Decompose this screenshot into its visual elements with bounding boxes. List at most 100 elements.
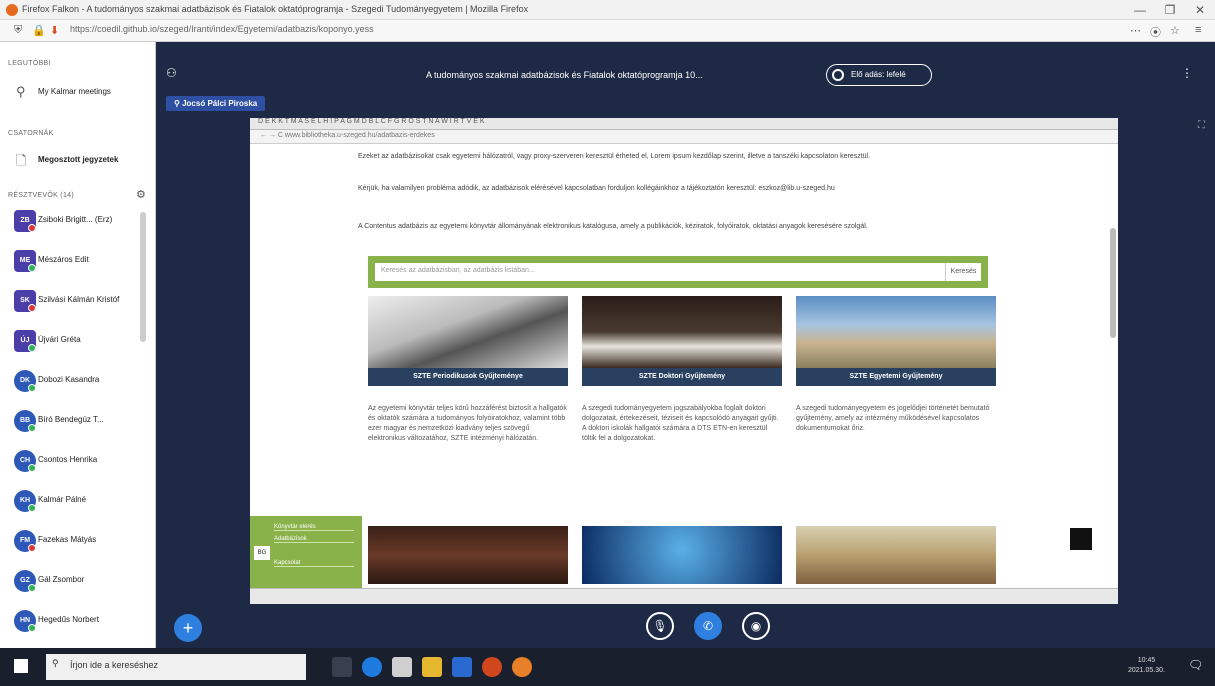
- paragraph-2: Kérjük, ha valamilyen probléma adódik, a…: [358, 185, 835, 192]
- clock-date: 2021.05.30.: [1128, 667, 1165, 674]
- presence-icon: [28, 224, 36, 232]
- taskbar-search[interactable]: ⚲ Írjon ide a kereséshez: [46, 654, 306, 680]
- people-icon[interactable]: ⚇: [166, 66, 177, 80]
- participant-item[interactable]: ME Mészáros Edit: [8, 250, 148, 272]
- presence-icon: [28, 504, 36, 512]
- card-text-2: A szegedi tudományegyetem jogszabályokba…: [582, 405, 779, 442]
- office-icon[interactable]: [482, 657, 502, 677]
- pocket-icon[interactable]: ⦿: [1150, 24, 1161, 40]
- star-icon[interactable]: ☆: [1170, 24, 1180, 37]
- shared-taskbar: [250, 588, 1118, 604]
- firefox-icon: [6, 4, 18, 16]
- maximize-button[interactable]: ❐: [1155, 2, 1185, 18]
- settings-icon[interactable]: ⚙: [136, 188, 146, 201]
- participant-item[interactable]: CH Csontos Henrika: [8, 450, 148, 472]
- hangup-icon[interactable]: ✆: [694, 612, 722, 640]
- windows-start-icon[interactable]: [14, 659, 28, 673]
- card-caption: SZTE Egyetemi Gyűjtemény: [796, 368, 996, 386]
- network-image[interactable]: [582, 526, 782, 584]
- section-channels: CSATORNÁK: [8, 130, 54, 137]
- download-icon[interactable]: ⬇: [50, 24, 59, 37]
- window-titlebar: Firefox Falkon - A tudományos szakmai ad…: [0, 0, 1215, 20]
- presence-icon: [28, 464, 36, 472]
- live-button[interactable]: Elő adás: lefelé: [826, 64, 932, 86]
- camera-icon[interactable]: ◉: [742, 612, 770, 640]
- url-field[interactable]: https://coedil.github.io/szeged/Iranti/i…: [70, 24, 374, 34]
- paragraph-1: Ezeket az adatbázisokat csak egyetemi há…: [358, 153, 871, 160]
- presence-icon: [28, 344, 36, 352]
- mail-icon[interactable]: [452, 657, 472, 677]
- explorer-icon[interactable]: [422, 657, 442, 677]
- menu-icon[interactable]: ≡: [1195, 24, 1201, 36]
- document-icon: 🗋: [16, 153, 27, 168]
- notification-icon[interactable]: 🗨: [1188, 658, 1203, 672]
- firefox-icon[interactable]: [512, 657, 532, 677]
- participant-item[interactable]: ZB Zsiboki Brigitt... (Erz): [8, 210, 148, 232]
- presenter-badge: ⚲ Jocsó Pálci Piroska: [166, 96, 266, 111]
- panel-icon: BG: [254, 546, 270, 560]
- panel-item[interactable]: Kapcsolat: [274, 560, 354, 567]
- taskbar-search-placeholder: Írjon ide a kereséshez: [70, 660, 159, 670]
- clock-time: 10:45: [1137, 657, 1156, 664]
- search-input[interactable]: Keresés az adatbázisban, az adatbázis li…: [375, 263, 945, 281]
- search-user-icon: ⚲: [16, 84, 26, 99]
- participant-name: Szilvási Kálmán Kristóf: [38, 295, 120, 304]
- minimize-button[interactable]: —: [1125, 2, 1155, 18]
- meeting-sidebar: LEGUTÓBBI ⚲ My Kalmar meetings CSATORNÁK…: [0, 42, 156, 648]
- participant-item[interactable]: SK Szilvási Kálmán Kristóf: [8, 290, 148, 312]
- card-text-1: Az egyetemi könyvtár teljes körű hozzáfé…: [368, 405, 567, 442]
- panel-item[interactable]: Könyvtár elérés: [274, 524, 354, 531]
- participant-item[interactable]: FM Fazekas Mátyás: [8, 530, 148, 552]
- search-button[interactable]: Keresés: [945, 263, 981, 281]
- participant-name: Mészáros Edit: [38, 255, 89, 264]
- pin-icon: ⚲: [174, 99, 183, 108]
- meeting-header: ⚇ A tudományos szakmai adatbázisok és Fi…: [156, 42, 1215, 92]
- participant-item[interactable]: DK Dobozi Kasandra: [8, 370, 148, 392]
- participant-item[interactable]: GZ Gál Zsombor: [8, 570, 148, 592]
- back-to-top-button[interactable]: [1070, 528, 1092, 550]
- sidebar-item-recent[interactable]: ⚲ My Kalmar meetings: [8, 82, 148, 104]
- participant-item[interactable]: ÚJ Újvári Gréta: [8, 330, 148, 352]
- mic-icon[interactable]: 🎙: [646, 612, 674, 640]
- clock[interactable]: 10:45 2021.05.30.: [1128, 656, 1165, 676]
- shield-icon[interactable]: ⛨: [14, 24, 22, 37]
- side-panel: BG Könyvtár elérés Adatbázisok Kapcsolat: [250, 516, 362, 588]
- presence-icon: [28, 544, 36, 552]
- fullscreen-icon[interactable]: ⛶: [1198, 120, 1205, 131]
- meeting-title: A tudományos szakmai adatbázisok és Fiat…: [426, 70, 703, 80]
- participant-name: Zsiboki Brigitt... (Erz): [38, 215, 113, 224]
- presence-icon: [28, 384, 36, 392]
- card-doctoral[interactable]: SZTE Doktori Gyűjtemény: [582, 296, 782, 386]
- graduates-image: [582, 296, 782, 368]
- close-button[interactable]: ✕: [1185, 2, 1215, 18]
- shared-toolbar: D E K K T M A S E L H I P A G M D B L C …: [250, 118, 1118, 130]
- crowd-image[interactable]: [368, 526, 568, 584]
- lock-icon: 🔒: [32, 25, 46, 37]
- panel-item[interactable]: Adatbázisok: [274, 536, 354, 543]
- windows-taskbar: ⚲ Írjon ide a kereséshez 10:45 2021.05.3…: [0, 648, 1215, 686]
- live-label: Elő adás: lefelé: [851, 70, 906, 79]
- browser-urlbar: ⛨ 🔒 ⬇ https://coedil.github.io/szeged/Ir…: [0, 20, 1215, 42]
- card-periodicals[interactable]: SZTE Periodikusok Gyűjteménye: [368, 296, 568, 386]
- shared-url: ← → C www.bibliotheka.u-szeged.hu/adatba…: [250, 130, 1118, 144]
- card-university[interactable]: SZTE Egyetemi Gyűjtemény: [796, 296, 996, 386]
- participant-name: Bíró Bendegúz T...: [38, 415, 104, 424]
- participant-item[interactable]: KH Kalmár Pálné: [8, 490, 148, 512]
- sidebar-item-notes[interactable]: 🗋 Megosztott jegyzetek: [8, 150, 148, 172]
- palace-image[interactable]: [796, 526, 996, 584]
- presence-icon: [28, 264, 36, 272]
- building-image: [796, 296, 996, 368]
- section-recent: LEGUTÓBBI: [8, 60, 51, 67]
- participant-name: Fazekas Mátyás: [38, 535, 97, 544]
- search-icon: ⚲: [52, 658, 59, 668]
- shared-scrollbar[interactable]: [1110, 228, 1116, 338]
- presence-icon: [28, 304, 36, 312]
- presence-icon: [28, 424, 36, 432]
- more-vertical-icon[interactable]: ⋮: [1181, 66, 1193, 80]
- task-view-icon[interactable]: [332, 657, 352, 677]
- edge-icon[interactable]: [362, 657, 382, 677]
- participant-name: Dobozi Kasandra: [38, 375, 100, 384]
- store-icon[interactable]: [392, 657, 412, 677]
- more-icon[interactable]: ⋯: [1130, 24, 1141, 37]
- participant-item[interactable]: BB Bíró Bendegúz T...: [8, 410, 148, 432]
